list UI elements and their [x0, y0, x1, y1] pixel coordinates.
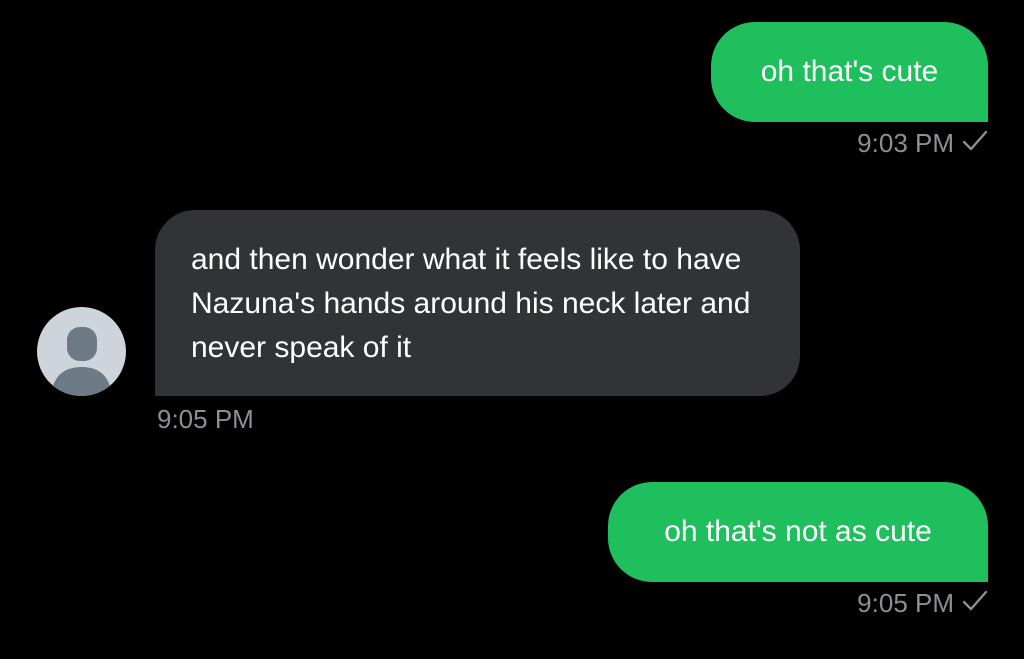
message-timestamp: 9:05 PM: [857, 588, 954, 618]
sent-message-bubble[interactable]: oh that's not as cute: [608, 482, 988, 582]
message-text: oh that's not as cute: [664, 515, 932, 548]
contact-avatar[interactable]: [37, 307, 126, 396]
message-meta: 9:03 PM: [857, 128, 988, 158]
conversation-thread: oh that's cute 9:03 PM and then wonder w…: [0, 0, 1024, 659]
sent-message-bubble[interactable]: oh that's cute: [711, 22, 988, 122]
message-meta: 9:05 PM: [157, 404, 254, 434]
message-text: and then wonder what it feels like to ha…: [191, 243, 751, 364]
check-icon: [962, 588, 988, 618]
message-text: oh that's cute: [760, 55, 939, 88]
message-timestamp: 9:03 PM: [857, 128, 954, 158]
default-person-icon: [51, 327, 112, 396]
check-icon: [962, 128, 988, 158]
message-timestamp: 9:05 PM: [157, 404, 254, 434]
message-meta: 9:05 PM: [857, 588, 988, 618]
received-message-bubble[interactable]: and then wonder what it feels like to ha…: [155, 210, 800, 396]
